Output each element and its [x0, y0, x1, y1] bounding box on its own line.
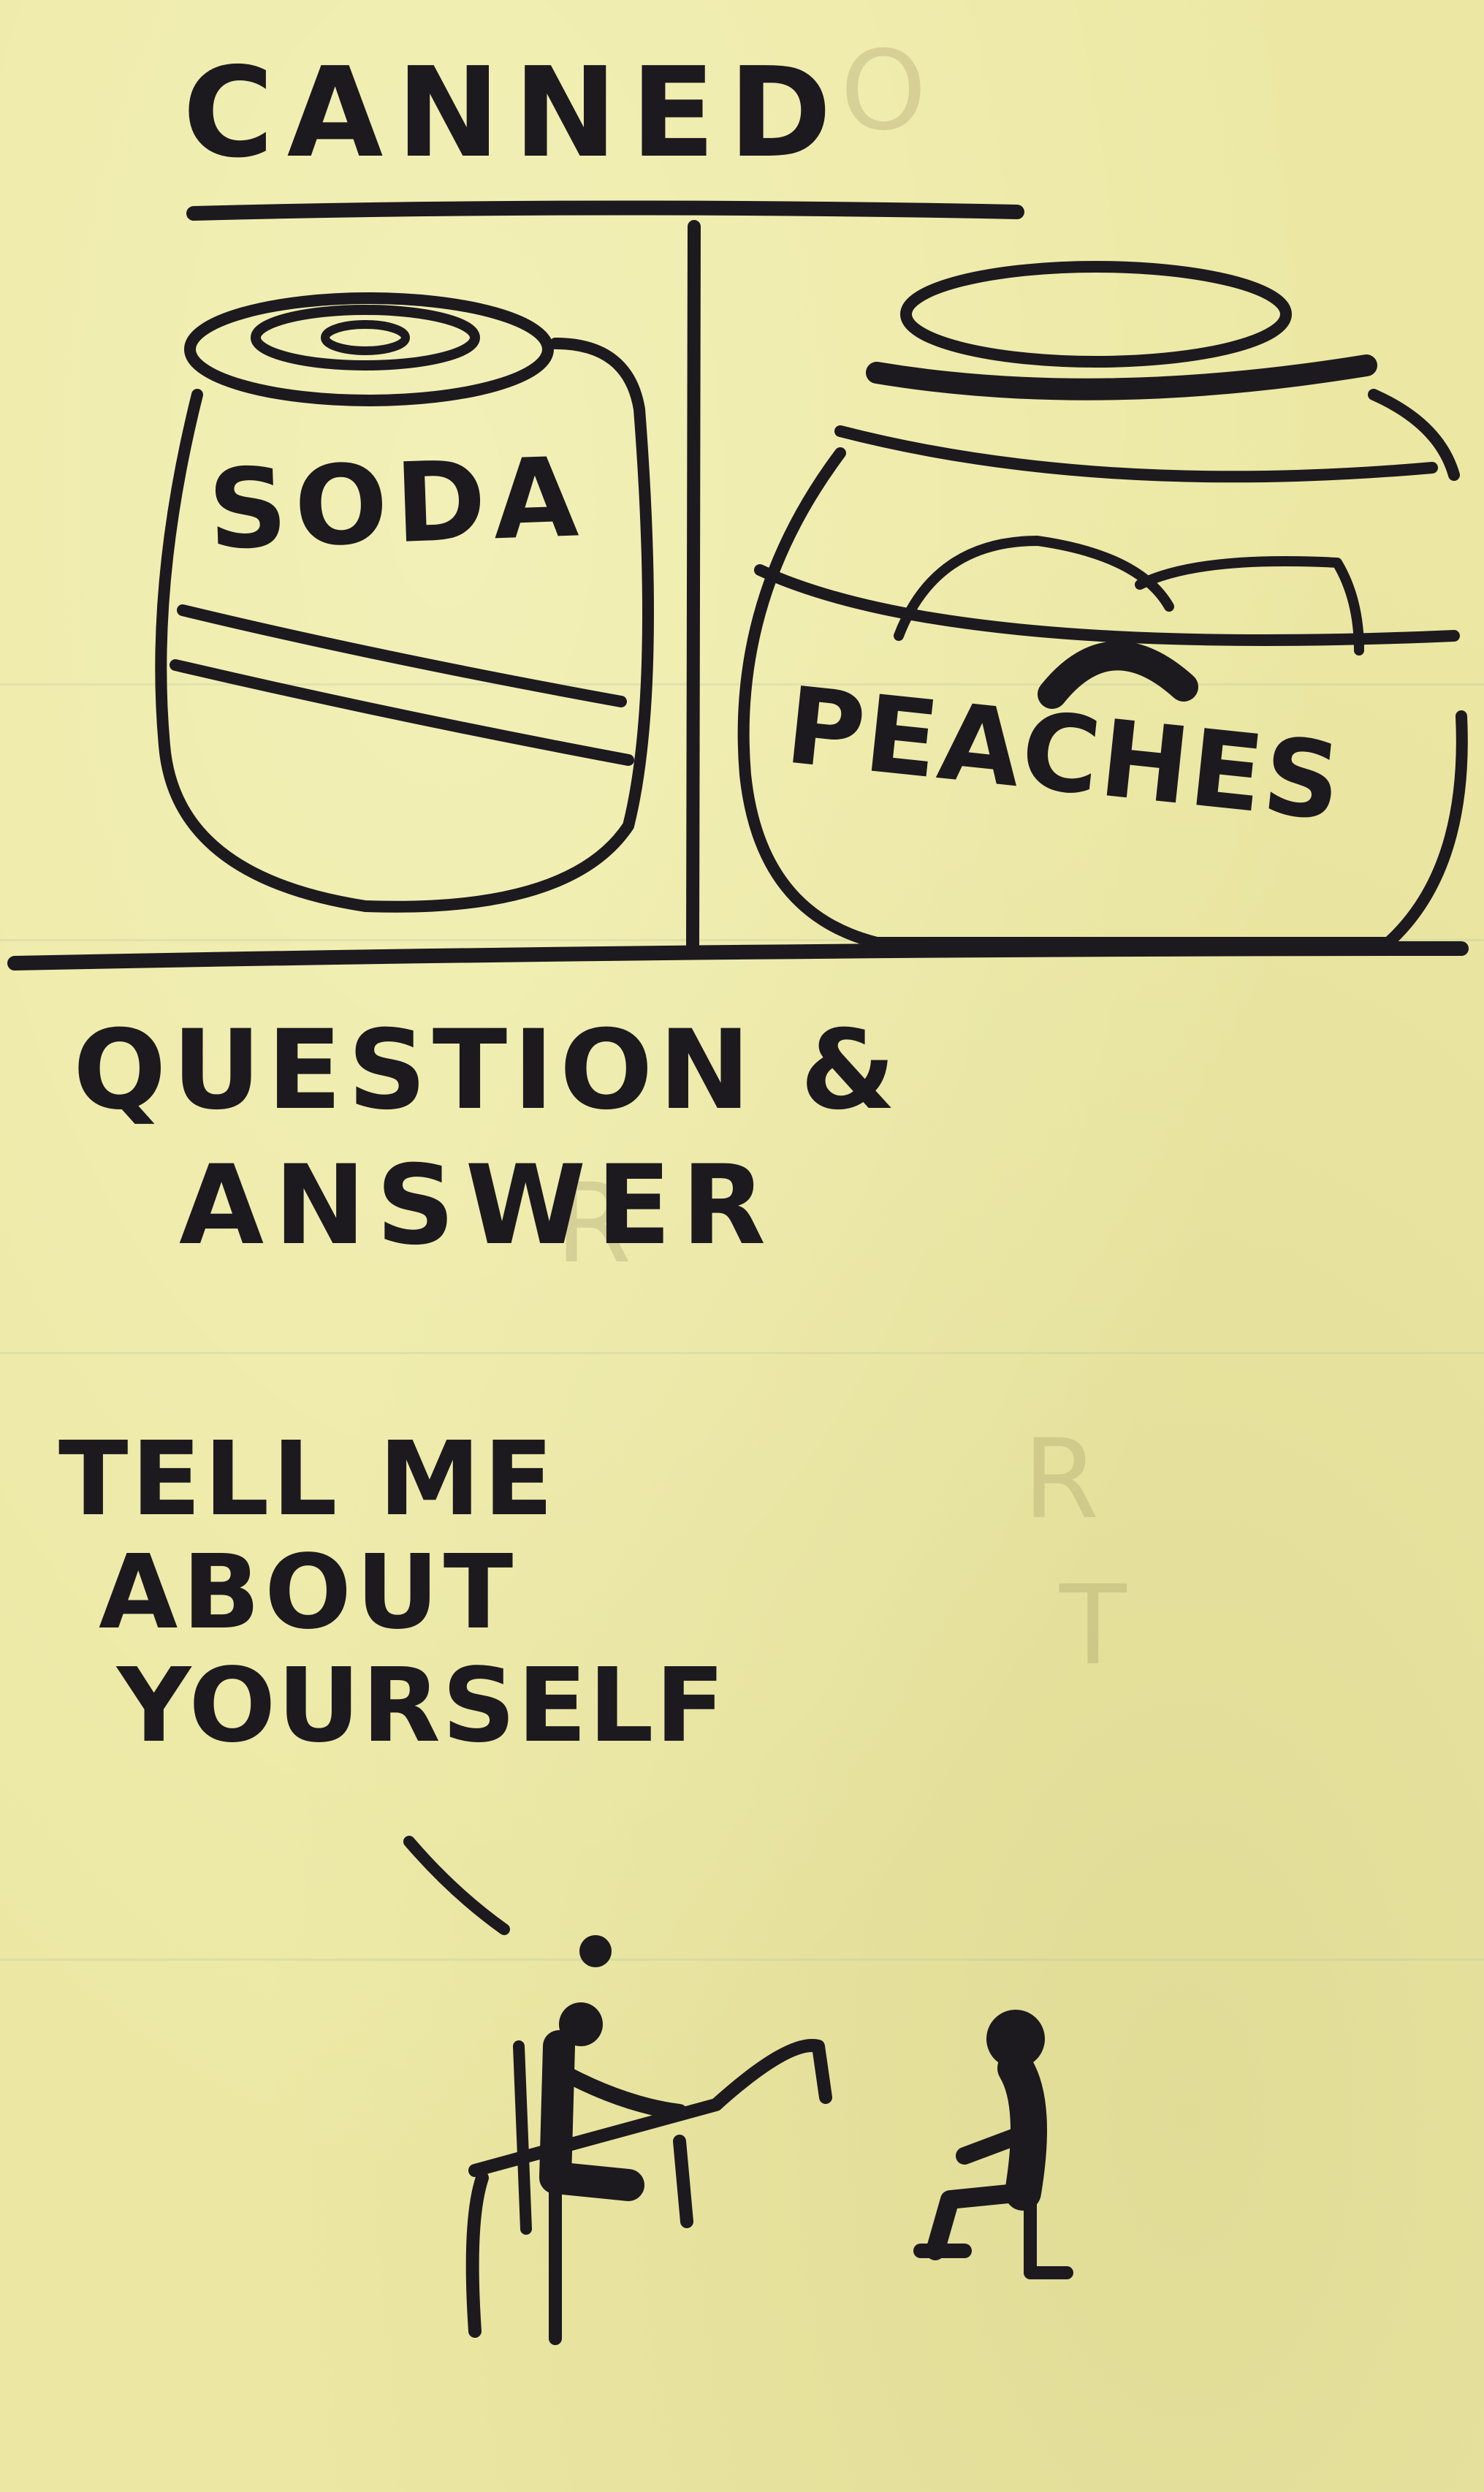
top-shelf-line — [186, 200, 1024, 221]
soda-can-icon — [155, 292, 654, 913]
seated-person-at-desk-icon — [465, 2002, 832, 2345]
speech-text-line3: YOURSELF — [117, 1646, 727, 1766]
soda-label: SODA — [206, 434, 588, 574]
peach-jar-icon — [737, 261, 1468, 949]
question-answer-heading-line1: QUESTION & — [73, 1007, 902, 1134]
question-answer-heading-line2: ANSWER — [179, 1142, 777, 1269]
speech-dot — [579, 1935, 612, 1967]
shelf-divider-line — [686, 220, 701, 957]
bottom-shelf-line — [7, 941, 1469, 970]
sticky-note-card: O R R T CANNED SODA PEACHES QUESTION & A… — [0, 0, 1484, 2492]
speech-text-line1: TELL ME — [58, 1420, 557, 1539]
speech-tail-line — [403, 1836, 510, 1935]
seated-person-icon — [913, 2010, 1073, 2279]
canned-heading: CANNED — [183, 41, 845, 186]
speech-text-line2: ABOUT — [99, 1533, 518, 1652]
